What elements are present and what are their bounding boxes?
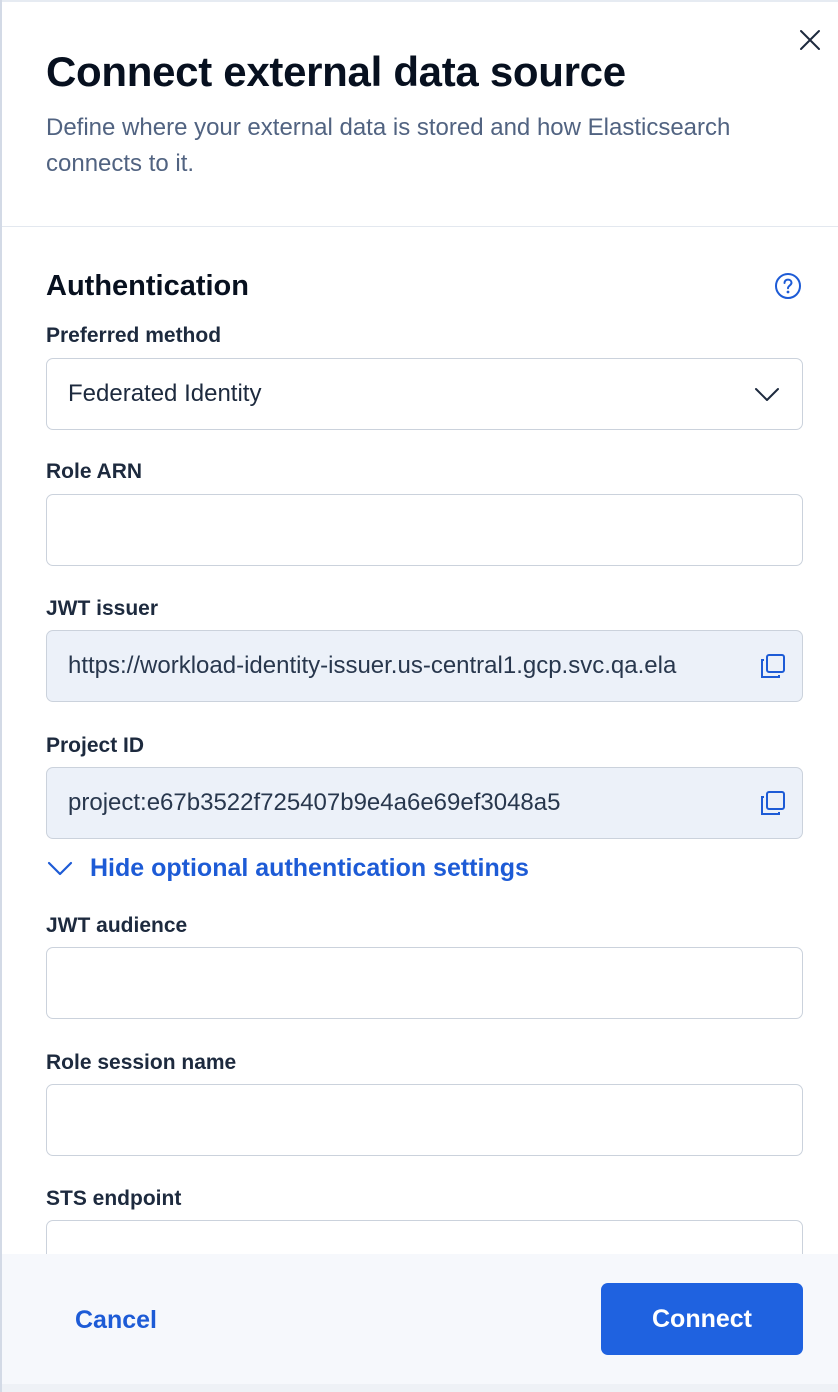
role-arn-label: Role ARN xyxy=(46,460,143,483)
preferred-method-label: Preferred method xyxy=(46,324,222,347)
preferred-method-value: Federated Identity xyxy=(68,380,262,407)
role-session-name-input[interactable] xyxy=(46,1084,803,1156)
close-button[interactable] xyxy=(794,24,826,56)
authentication-section-title: Authentication xyxy=(46,270,249,302)
flyout-footer: Cancel Connect xyxy=(2,1254,838,1384)
sts-endpoint-input[interactable] xyxy=(46,1220,803,1254)
jwt-audience-input[interactable] xyxy=(46,947,803,1019)
connect-data-source-flyout: Connect external data source Define wher… xyxy=(0,0,838,1392)
copy-icon[interactable] xyxy=(758,788,788,818)
preferred-method-select[interactable]: Federated Identity xyxy=(46,358,803,430)
chevron-down-icon xyxy=(755,388,779,401)
question-circle-icon[interactable] xyxy=(774,272,802,300)
jwt-issuer-value: https://workload-identity-issuer.us-cent… xyxy=(68,652,677,679)
jwt-issuer-field[interactable]: https://workload-identity-issuer.us-cent… xyxy=(46,630,803,702)
role-arn-input[interactable] xyxy=(46,494,803,566)
flyout-title: Connect external data source xyxy=(46,48,626,95)
jwt-audience-label: JWT audience xyxy=(46,914,188,937)
hide-optional-settings-toggle[interactable]: Hide optional authentication settings xyxy=(46,850,529,886)
sts-endpoint-label: STS endpoint xyxy=(46,1187,182,1210)
close-icon xyxy=(800,30,820,50)
project-id-label: Project ID xyxy=(46,734,145,757)
flyout-subtitle: Define where your external data is store… xyxy=(46,114,731,177)
chevron-down-icon xyxy=(47,861,73,876)
role-session-name-label: Role session name xyxy=(46,1051,237,1074)
connect-button[interactable]: Connect xyxy=(601,1283,803,1355)
project-id-value: project:e67b3522f725407b9e4a6e69ef3048a5 xyxy=(68,789,561,816)
flyout-header: Connect external data source Define wher… xyxy=(2,0,838,227)
jwt-issuer-label: JWT issuer xyxy=(46,597,159,620)
copy-icon[interactable] xyxy=(758,651,788,681)
cancel-button[interactable]: Cancel xyxy=(54,1284,178,1356)
hide-optional-settings-label: Hide optional authentication settings xyxy=(90,853,529,882)
flyout-body[interactable]: Authentication Preferred method Federate… xyxy=(2,228,838,1254)
bottom-edge xyxy=(2,1384,838,1392)
project-id-field[interactable]: project:e67b3522f725407b9e4a6e69ef3048a5 xyxy=(46,767,803,839)
